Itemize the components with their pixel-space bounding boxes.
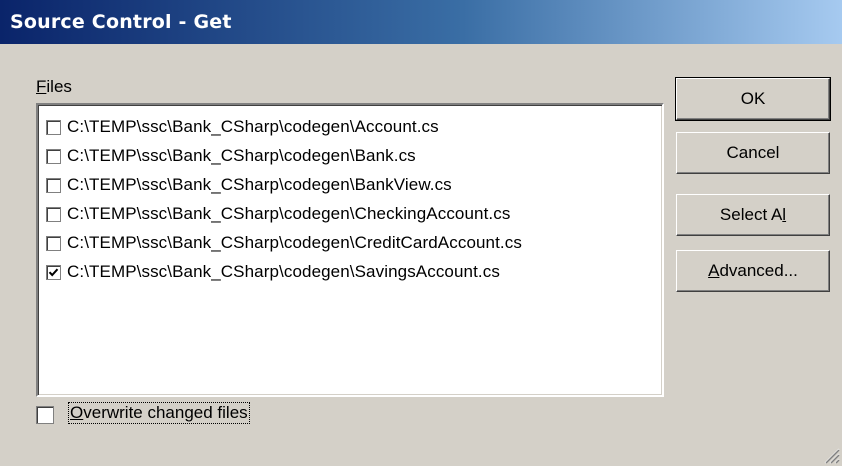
window-title: Source Control - Get xyxy=(10,11,232,33)
advanced-label-rest: dvanced... xyxy=(719,261,798,280)
select-all-label-prefix: Select A xyxy=(719,205,783,224)
file-checkbox[interactable] xyxy=(46,177,61,193)
ok-button-label: OK xyxy=(740,89,766,108)
list-item[interactable]: C:\TEMP\ssc\Bank_CSharp\codegen\SavingsA… xyxy=(46,259,500,285)
title-bar[interactable]: Source Control - Get xyxy=(0,0,842,44)
checkmark-icon xyxy=(48,268,59,276)
files-listbox[interactable]: C:\TEMP\ssc\Bank_CSharp\codegen\Account.… xyxy=(36,103,664,397)
cancel-button[interactable]: Cancel xyxy=(676,132,830,174)
file-checkbox[interactable] xyxy=(46,119,61,135)
file-checkbox[interactable] xyxy=(46,206,61,222)
list-item[interactable]: C:\TEMP\ssc\Bank_CSharp\codegen\Account.… xyxy=(46,114,439,140)
advanced-label: Advanced... xyxy=(708,261,798,281)
overwrite-label[interactable]: Overwrite changed files xyxy=(68,402,250,424)
list-item[interactable]: C:\TEMP\ssc\Bank_CSharp\codegen\BankView… xyxy=(46,172,452,198)
select-all-button[interactable]: Select Al xyxy=(676,194,830,236)
file-path: C:\TEMP\ssc\Bank_CSharp\codegen\Bank.cs xyxy=(67,146,416,165)
resize-grip-icon[interactable] xyxy=(822,446,840,464)
file-checkbox[interactable] xyxy=(46,235,61,251)
file-checkbox[interactable] xyxy=(46,148,61,164)
list-item[interactable]: C:\TEMP\ssc\Bank_CSharp\codegen\Bank.cs xyxy=(46,143,416,169)
ok-button[interactable]: OK xyxy=(675,77,831,121)
advanced-label-mnemonic: A xyxy=(708,261,720,280)
files-label: Files xyxy=(36,77,72,97)
file-path: C:\TEMP\ssc\Bank_CSharp\codegen\SavingsA… xyxy=(67,262,500,281)
file-checkbox[interactable] xyxy=(46,264,61,280)
select-all-label: Select Al xyxy=(720,205,786,225)
files-label-mnemonic: F xyxy=(36,77,47,96)
file-path: C:\TEMP\ssc\Bank_CSharp\codegen\Checking… xyxy=(67,204,511,223)
overwrite-label-rest: verwrite changed files xyxy=(83,403,248,422)
overwrite-checkbox[interactable] xyxy=(36,406,54,424)
select-all-label-mnemonic: l xyxy=(782,205,787,224)
advanced-button[interactable]: Advanced... xyxy=(676,250,830,292)
cancel-button-label: Cancel xyxy=(726,143,780,162)
files-label-rest: iles xyxy=(46,77,72,96)
overwrite-label-mnemonic: O xyxy=(70,403,84,422)
list-item[interactable]: C:\TEMP\ssc\Bank_CSharp\codegen\Checking… xyxy=(46,201,510,227)
list-item[interactable]: C:\TEMP\ssc\Bank_CSharp\codegen\CreditCa… xyxy=(46,230,522,256)
file-path: C:\TEMP\ssc\Bank_CSharp\codegen\CreditCa… xyxy=(67,233,522,252)
file-path: C:\TEMP\ssc\Bank_CSharp\codegen\Account.… xyxy=(67,117,439,136)
file-path: C:\TEMP\ssc\Bank_CSharp\codegen\BankView… xyxy=(67,175,452,194)
